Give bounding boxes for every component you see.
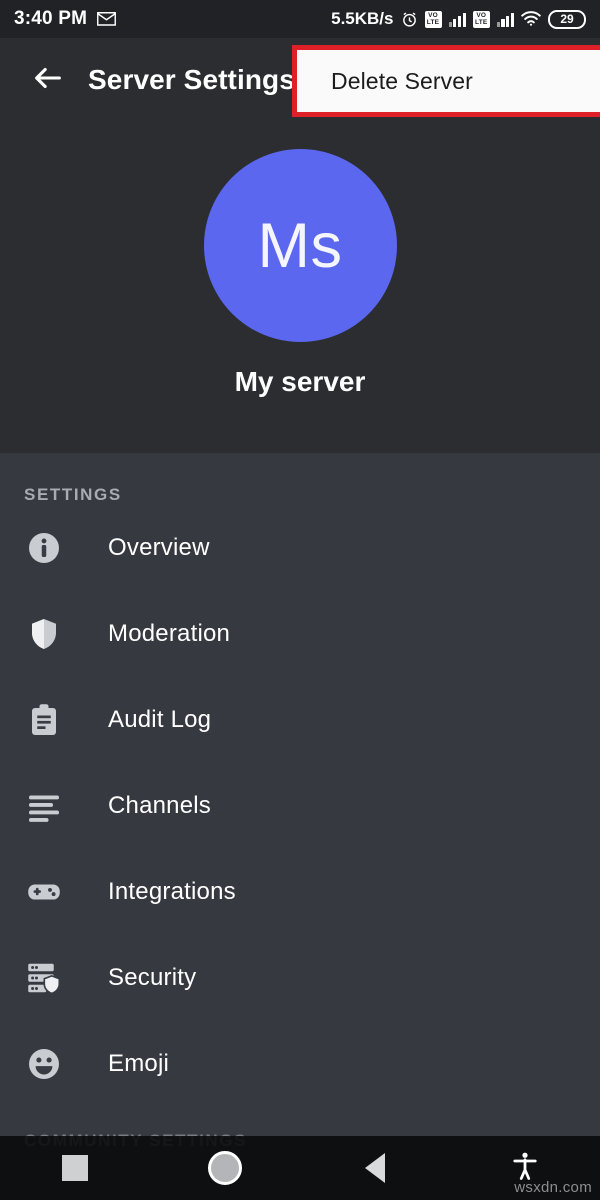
sidebar-item-label: Integrations xyxy=(108,878,236,905)
battery-indicator: 29 xyxy=(548,9,586,29)
nav-back-button[interactable] xyxy=(300,1153,450,1183)
sidebar-item-overview[interactable]: Overview xyxy=(0,505,600,591)
back-button[interactable] xyxy=(16,61,80,100)
info-icon xyxy=(24,528,64,568)
server-avatar[interactable]: Ms xyxy=(203,149,397,342)
smiley-icon xyxy=(24,1044,64,1084)
shield-icon xyxy=(24,614,64,654)
wifi-icon xyxy=(521,11,541,27)
sidebar-item-label: Moderation xyxy=(108,620,231,647)
alarm-icon xyxy=(401,11,418,28)
sidebar-item-label: Channels xyxy=(108,792,212,819)
settings-list: SETTINGS Overview Moderation Audit Log C… xyxy=(0,453,600,1200)
clock: 3:40 PM xyxy=(14,8,88,29)
square-recents-icon xyxy=(62,1155,88,1181)
delete-server-label: Delete Server xyxy=(331,67,473,94)
server-header: Ms My server xyxy=(0,122,600,453)
sidebar-item-label: Audit Log xyxy=(108,706,212,733)
server-shield-icon xyxy=(24,958,64,998)
circle-home-icon xyxy=(208,1151,242,1185)
status-bar-left: 3:40 PM xyxy=(14,8,117,30)
triangle-back-icon xyxy=(365,1153,385,1183)
watermark: wsxdn.com xyxy=(514,1179,592,1196)
android-nav-bar xyxy=(0,1136,600,1200)
server-name: My server xyxy=(234,366,366,397)
avatar-initials: Ms xyxy=(257,210,343,281)
sidebar-item-audit-log[interactable]: Audit Log xyxy=(0,677,600,763)
home-button[interactable] xyxy=(150,1151,300,1185)
network-speed: 5.5KB/s xyxy=(331,9,394,28)
clipboard-icon xyxy=(24,700,64,740)
signal-bars-1 xyxy=(448,11,466,27)
page-title: Server Settings xyxy=(88,64,295,95)
sidebar-item-integrations[interactable]: Integrations xyxy=(0,849,600,935)
phone-screen: 3:40 PM 5.5KB/s VO LTE VO LTE 29 Server … xyxy=(0,0,600,1200)
status-bar-right: 5.5KB/s VO LTE VO LTE 29 xyxy=(331,9,586,29)
status-bar: 3:40 PM 5.5KB/s VO LTE VO LTE 29 xyxy=(0,0,600,38)
recents-button[interactable] xyxy=(0,1155,150,1181)
section-header-settings: SETTINGS xyxy=(24,485,122,504)
sidebar-item-emoji[interactable]: Emoji xyxy=(0,1021,600,1107)
delete-server-menu-item[interactable]: Delete Server xyxy=(292,45,600,117)
gmail-icon xyxy=(96,11,117,27)
sidebar-item-channels[interactable]: Channels xyxy=(0,763,600,849)
volte-icon-1: VO LTE xyxy=(424,10,442,28)
gamepad-icon xyxy=(24,872,64,912)
sidebar-item-label: Emoji xyxy=(108,1050,170,1077)
volte-icon-2: VO LTE xyxy=(472,10,490,28)
back-arrow-icon xyxy=(31,61,65,100)
sidebar-item-label: Security xyxy=(108,964,197,991)
list-icon xyxy=(24,786,64,826)
sidebar-item-label: Overview xyxy=(108,534,210,561)
sidebar-item-security[interactable]: Security xyxy=(0,935,600,1021)
signal-bars-2 xyxy=(496,11,514,27)
sidebar-item-moderation[interactable]: Moderation xyxy=(0,591,600,677)
